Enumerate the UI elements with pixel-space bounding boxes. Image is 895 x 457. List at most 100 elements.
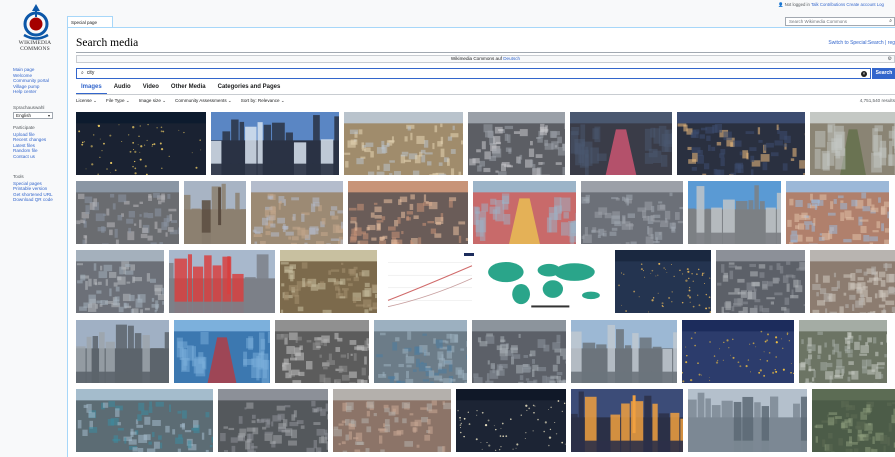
image-result-thumbnail[interactable] bbox=[682, 320, 794, 383]
image-result-thumbnail[interactable] bbox=[468, 112, 565, 175]
site-search-placeholder: Search Wikimedia Commons bbox=[789, 19, 848, 24]
vatican-piazza-aerial-image bbox=[344, 112, 463, 175]
sidebar-link[interactable]: Contact us bbox=[13, 154, 65, 160]
personal-link[interactable]: Create account bbox=[846, 2, 875, 7]
image-result-thumbnail[interactable] bbox=[483, 250, 610, 313]
filter-file-type[interactable]: File Type ⌄ bbox=[106, 97, 130, 105]
river-bend-city-haze-image bbox=[810, 250, 895, 313]
image-result-thumbnail[interactable] bbox=[333, 389, 451, 452]
image-result-thumbnail[interactable] bbox=[374, 320, 467, 383]
sidebar: WIKIMEDIA COMMONS Main page Welcome Comm… bbox=[0, 0, 67, 457]
chevron-down-icon: ▾ bbox=[47, 112, 50, 118]
banner-language-link[interactable]: Deutsch bbox=[503, 56, 520, 61]
search-icon[interactable]: ⌕ bbox=[889, 18, 892, 25]
clear-icon[interactable]: × bbox=[861, 71, 867, 77]
image-result-thumbnail[interactable] bbox=[472, 320, 566, 383]
filter-license[interactable]: License ⌄ bbox=[76, 97, 97, 105]
query-text: city bbox=[86, 70, 95, 76]
sidebar-link[interactable]: Download QR code bbox=[13, 197, 65, 203]
chevron-down-icon: ⌄ bbox=[93, 98, 97, 103]
historic-painting-city-image bbox=[280, 250, 377, 313]
image-result-thumbnail[interactable] bbox=[812, 389, 895, 452]
image-result-thumbnail[interactable] bbox=[677, 112, 805, 175]
city-aerial-black-white-image bbox=[275, 320, 369, 383]
hong-kong-harbour-night-image bbox=[677, 112, 805, 175]
language-heading: Sprachauswahl bbox=[13, 105, 45, 110]
filter-image-size[interactable]: Image size ⌄ bbox=[139, 97, 166, 105]
image-result-thumbnail[interactable] bbox=[218, 389, 328, 452]
search-icon: ⌕ bbox=[81, 70, 84, 76]
image-result-thumbnail[interactable] bbox=[76, 112, 206, 175]
image-result-thumbnail[interactable] bbox=[174, 320, 270, 383]
image-result-thumbnail[interactable] bbox=[382, 250, 478, 313]
personal-link[interactable]: Log bbox=[877, 2, 884, 7]
city-lights-night-earth-image bbox=[76, 112, 206, 175]
image-result-thumbnail[interactable] bbox=[456, 389, 566, 452]
image-result-thumbnail[interactable] bbox=[571, 389, 683, 452]
image-result-thumbnail[interactable] bbox=[688, 389, 807, 452]
filter-sort[interactable]: Sort by: Relevance ⌄ bbox=[241, 97, 285, 105]
image-result-thumbnail[interactable] bbox=[688, 181, 781, 244]
image-result-thumbnail[interactable] bbox=[348, 181, 468, 244]
image-result-thumbnail[interactable] bbox=[810, 250, 895, 313]
business-district-towers-image bbox=[76, 320, 169, 383]
old-town-rooftops-image bbox=[786, 181, 889, 244]
search-button[interactable]: Search bbox=[872, 68, 895, 79]
image-result-thumbnail[interactable] bbox=[571, 320, 677, 383]
filter-community-assessments[interactable]: Community Assessments ⌄ bbox=[175, 97, 232, 105]
manhattan-skyline-dusk-image bbox=[211, 112, 339, 175]
gear-icon[interactable]: ⚙ bbox=[888, 56, 892, 62]
language-banner: Wikimedia Commons auf Deutsch ⚙ bbox=[76, 55, 895, 63]
language-select[interactable]: English ▾ bbox=[13, 111, 53, 119]
sidebar-link[interactable]: Help center bbox=[13, 89, 65, 95]
personal-tools: 👤 Not logged in Talk Contributions Creat… bbox=[778, 2, 895, 10]
image-result-thumbnail[interactable] bbox=[716, 250, 805, 313]
sidebar-language: Sprachauswahl English ▾ bbox=[13, 105, 65, 119]
downtown-highway-aerial-image bbox=[76, 250, 164, 313]
midtown-aerial-day-image bbox=[76, 181, 179, 244]
image-result-thumbnail[interactable] bbox=[344, 112, 463, 175]
personal-link[interactable]: Contributions bbox=[820, 2, 845, 7]
logo-wordmark: WIKIMEDIA COMMONS bbox=[18, 40, 52, 52]
page-title: Search media bbox=[76, 37, 139, 49]
switch-search-link[interactable]: Switch to Special:Search | reg bbox=[828, 40, 895, 46]
image-result-thumbnail[interactable] bbox=[810, 112, 895, 175]
image-result-thumbnail[interactable] bbox=[473, 181, 576, 244]
image-result-thumbnail[interactable] bbox=[211, 112, 339, 175]
image-result-thumbnail[interactable] bbox=[581, 181, 683, 244]
skyscrapers-aerial-grey-image bbox=[716, 250, 805, 313]
image-result-thumbnail[interactable] bbox=[251, 181, 343, 244]
image-result-thumbnail[interactable] bbox=[786, 181, 889, 244]
urbanization-world-map-image bbox=[483, 250, 610, 313]
image-result-thumbnail[interactable] bbox=[184, 181, 246, 244]
image-result-thumbnail[interactable] bbox=[76, 320, 169, 383]
skyline-river-day-image bbox=[571, 320, 677, 383]
site-search-input[interactable]: Search Wikimedia Commons ⌕ bbox=[785, 17, 895, 26]
image-result-thumbnail[interactable] bbox=[169, 250, 275, 313]
chevron-down-icon: ⌄ bbox=[125, 98, 130, 103]
image-result-thumbnail[interactable] bbox=[799, 320, 887, 383]
chevron-down-icon: ⌄ bbox=[162, 98, 167, 103]
coastal-city-aerial-image bbox=[374, 320, 467, 383]
filter-label: Image size bbox=[138, 98, 161, 103]
tab-special-page[interactable]: Special page bbox=[67, 16, 113, 27]
filter-label: File Type bbox=[105, 98, 125, 103]
downtown-street-aerial-image bbox=[218, 389, 328, 452]
user-icon: 👤 bbox=[778, 2, 784, 7]
image-result-thumbnail[interactable] bbox=[280, 250, 377, 313]
image-result-thumbnail[interactable] bbox=[615, 250, 711, 313]
colorful-pedestrian-street-image bbox=[473, 181, 576, 244]
paris-sunset-panorama-image bbox=[348, 181, 468, 244]
image-result-thumbnail[interactable] bbox=[76, 250, 164, 313]
title-divider bbox=[76, 52, 895, 53]
image-result-thumbnail[interactable] bbox=[570, 112, 672, 175]
waterfront-red-figure-image bbox=[174, 320, 270, 383]
image-result-thumbnail[interactable] bbox=[275, 320, 369, 383]
tabs-divider bbox=[76, 94, 895, 95]
image-result-thumbnail[interactable] bbox=[76, 181, 179, 244]
results-count: 4,751,540 results bbox=[859, 98, 895, 103]
tools-heading: Tools bbox=[13, 174, 24, 179]
image-result-thumbnail[interactable] bbox=[76, 389, 213, 452]
media-search-input[interactable]: ⌕ city × bbox=[76, 68, 871, 79]
personal-link[interactable]: Talk bbox=[811, 2, 819, 7]
